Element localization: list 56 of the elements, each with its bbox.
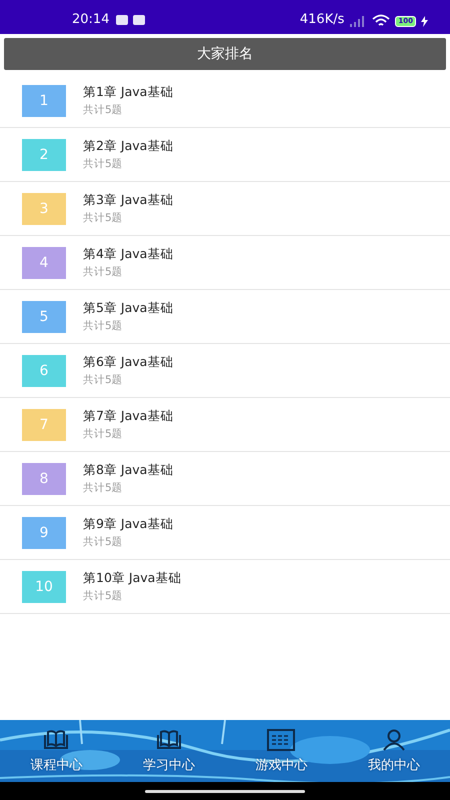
- question-count: 共计5题: [83, 211, 124, 225]
- chapter-title: 第2章 Java基础: [83, 138, 174, 155]
- chapter-title: 第5章 Java基础: [83, 300, 174, 317]
- nav-tab[interactable]: 学习中心: [138, 728, 199, 774]
- chapter-item[interactable]: 4 第4章 Java基础 共计5题: [0, 236, 450, 290]
- nav-tab[interactable]: 课程中心: [26, 728, 86, 774]
- nav-tab[interactable]: 我的中心: [364, 728, 424, 774]
- question-count: 共计5题: [83, 373, 124, 387]
- question-count: 共计5题: [83, 157, 124, 171]
- notification-icon: [116, 15, 128, 25]
- chapter-title: 第8章 Java基础: [83, 462, 174, 479]
- chapter-number: 5: [22, 300, 66, 332]
- chapter-number: 2: [22, 138, 66, 170]
- chapter-title: 第1章 Java基础: [83, 84, 174, 101]
- chapter-title: 第3章 Java基础: [83, 192, 174, 209]
- chapter-item[interactable]: 1 第1章 Java基础 共计5题: [0, 74, 450, 128]
- nav-tab[interactable]: 游戏中心: [251, 728, 312, 774]
- chapter-item[interactable]: 6 第6章 Java基础 共计5题: [0, 344, 450, 398]
- chapter-title: 第6章 Java基础: [83, 354, 174, 371]
- wifi-icon: [372, 14, 390, 27]
- question-count: 共计5题: [83, 319, 124, 333]
- chapter-item[interactable]: 10 第10章 Java基础 共计5题: [0, 560, 450, 614]
- chapter-number: 6: [22, 354, 66, 386]
- book-icon: [43, 728, 70, 750]
- question-count: 共计5题: [83, 265, 124, 279]
- chapter-number: 9: [22, 516, 66, 548]
- chapter-item[interactable]: 2 第2章 Java基础 共计5题: [0, 128, 450, 182]
- chapter-title: 第7章 Java基础: [83, 408, 174, 425]
- question-count: 共计5题: [83, 535, 124, 549]
- question-count: 共计5题: [83, 103, 124, 117]
- chapter-item[interactable]: 8 第8章 Java基础 共计5题: [0, 452, 450, 506]
- grid-icon: [267, 728, 296, 750]
- chapter-item[interactable]: 9 第9章 Java基础 共计5题: [0, 506, 450, 560]
- chapter-title: 第10章 Java基础: [83, 570, 182, 587]
- charging-icon: [421, 16, 428, 27]
- home-indicator[interactable]: [145, 790, 305, 792]
- chapter-number: 7: [22, 408, 66, 440]
- network-speed: 416K/s: [300, 12, 344, 27]
- chapter-item[interactable]: 7 第7章 Java基础 共计5题: [0, 398, 450, 452]
- chapter-number: 4: [22, 246, 66, 278]
- notification-icon: [133, 15, 146, 25]
- book-icon: [156, 728, 182, 750]
- chapter-number: 1: [22, 84, 66, 116]
- chapter-item[interactable]: 5 第5章 Java基础 共计5题: [0, 290, 450, 344]
- person-icon: [382, 728, 406, 750]
- question-count: 共计5题: [83, 427, 124, 441]
- chapter-number: 3: [22, 192, 66, 224]
- chapter-title: 第9章 Java基础: [83, 516, 174, 533]
- question-count: 共计5题: [83, 589, 124, 603]
- chapter-title: 第4章 Java基础: [83, 246, 174, 263]
- chapter-item[interactable]: 3 第3章 Java基础 共计5题: [0, 182, 450, 236]
- clock: 20:14: [72, 12, 110, 27]
- page-title: 大家排名: [197, 45, 253, 63]
- chapter-number: 8: [22, 462, 66, 494]
- chapter-number: 10: [22, 570, 66, 602]
- question-count: 共计5题: [83, 481, 124, 495]
